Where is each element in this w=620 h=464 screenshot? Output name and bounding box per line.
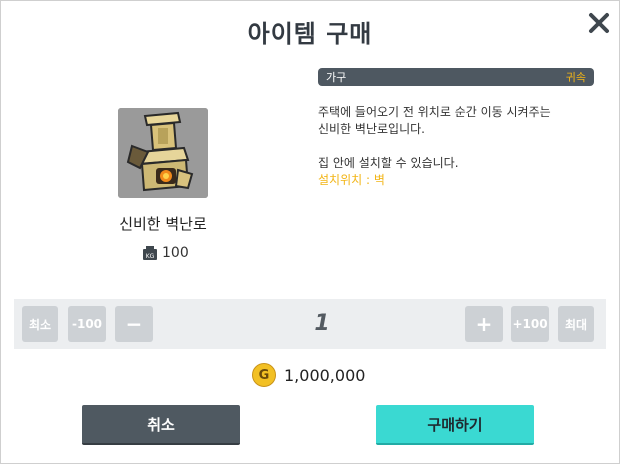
bind-status: 귀속 xyxy=(565,71,586,84)
gold-coin-icon: G xyxy=(252,363,276,387)
min-quantity-button[interactable]: 최소 xyxy=(22,306,58,342)
cancel-button[interactable]: 취소 xyxy=(82,405,240,445)
item-category: 가구 xyxy=(326,71,347,84)
quantity-value[interactable]: 1 xyxy=(174,306,470,342)
category-bar: 가구 귀속 xyxy=(318,68,594,86)
minus-100-button[interactable]: -100 xyxy=(68,306,106,342)
buy-button[interactable]: 구매하기 xyxy=(376,405,534,445)
description-line: 주택에 들어오기 전 위치로 순간 이동 시켜주는 xyxy=(318,105,551,119)
quantity-selector: 최소 -100 − 1 + +100 최대 xyxy=(14,299,606,349)
price-amount: 1,000,000 xyxy=(284,365,366,385)
kg-weight-icon: KG xyxy=(142,245,158,261)
description-line: 집 안에 설치할 수 있습니다. xyxy=(318,156,459,170)
item-name: 신비한 벽난로 xyxy=(119,215,207,233)
max-quantity-button[interactable]: 최대 xyxy=(558,306,594,342)
dialog-title: 아이템 구매 xyxy=(247,20,373,48)
description-line: 신비한 벽난로입니다. xyxy=(318,122,425,136)
item-description: 주택에 들어오기 전 위치로 순간 이동 시켜주는 신비한 벽난로입니다. 집 … xyxy=(318,104,608,189)
item-weight: KG 100 xyxy=(142,244,189,262)
decrement-button[interactable]: − xyxy=(115,306,153,342)
increment-button[interactable]: + xyxy=(465,306,503,342)
item-image-fireplace xyxy=(118,108,208,198)
close-icon[interactable] xyxy=(586,10,612,36)
plus-100-button[interactable]: +100 xyxy=(511,306,549,342)
placement-info: 설치위치 : 벽 xyxy=(318,173,385,187)
price-display: G 1,000,000 xyxy=(252,362,365,388)
weight-value: 100 xyxy=(162,245,189,261)
svg-text:KG: KG xyxy=(146,253,155,260)
